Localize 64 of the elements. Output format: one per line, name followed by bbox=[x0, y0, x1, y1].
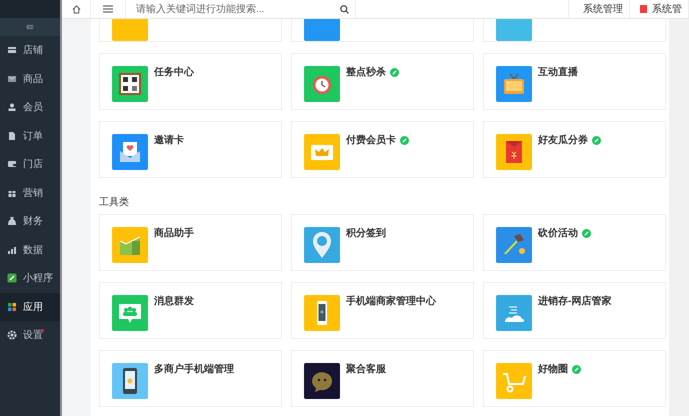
app-card[interactable]: 好友瓜分券 bbox=[483, 121, 666, 178]
link-badge-icon bbox=[400, 136, 409, 144]
app-card[interactable] bbox=[483, 19, 666, 42]
sidebar-item[interactable]: 数据 bbox=[0, 236, 60, 264]
collapse-icon bbox=[26, 23, 34, 31]
menu-icon bbox=[103, 5, 113, 13]
app-title: 整点秒杀 bbox=[346, 66, 386, 79]
sidebar-item[interactable]: 财务 bbox=[0, 207, 60, 236]
app-card[interactable]: 进销存-网店管家 bbox=[483, 282, 666, 339]
search-icon bbox=[340, 4, 349, 14]
app-title: 任务中心 bbox=[154, 65, 194, 79]
sidebar-item[interactable]: 设置 bbox=[0, 321, 60, 350]
link-badge-icon bbox=[390, 68, 399, 76]
money-bag-icon bbox=[7, 216, 17, 226]
home-icon bbox=[72, 4, 80, 14]
app-card[interactable]: 互动直播 bbox=[483, 53, 666, 110]
flag-icon bbox=[640, 5, 647, 13]
app-title: 手机端商家管理中心 bbox=[346, 294, 436, 308]
app-title: 好物圈 bbox=[538, 362, 568, 376]
sidebar-item[interactable]: 店铺 bbox=[0, 36, 60, 64]
app-title: 好友瓜分券 bbox=[538, 134, 588, 147]
section-title: 工具类 bbox=[99, 196, 130, 209]
link-badge-icon bbox=[572, 364, 581, 374]
sidebar-item[interactable]: 门店 bbox=[0, 150, 60, 178]
app-card[interactable]: 邀请卡 bbox=[99, 121, 282, 178]
app-card[interactable]: 消息群发 bbox=[99, 282, 282, 339]
app-title: 付费会员卡 bbox=[346, 134, 396, 147]
app-card[interactable]: 手机端商家管理中心 bbox=[291, 282, 474, 339]
sidebar-item[interactable]: 营销 bbox=[0, 178, 60, 207]
person-icon bbox=[7, 102, 17, 112]
sidebar-item[interactable]: 会员 bbox=[0, 93, 60, 122]
app-card[interactable]: 砍价活动 bbox=[483, 214, 666, 271]
link-badge-icon bbox=[592, 136, 601, 144]
grid-icon bbox=[7, 302, 17, 312]
app-card[interactable]: 积分签到 bbox=[291, 214, 474, 271]
wallet-icon bbox=[7, 159, 17, 170]
app-card[interactable]: 任务中心 bbox=[99, 53, 282, 110]
settings-icon bbox=[7, 330, 17, 340]
app-title: 多商户手机端管理 bbox=[154, 362, 234, 376]
bar-chart-icon bbox=[7, 244, 17, 255]
document-icon bbox=[7, 130, 17, 141]
link-icon bbox=[7, 273, 17, 284]
app-title: 互动直播 bbox=[538, 66, 578, 79]
app-title: 进销存-网店管家 bbox=[538, 294, 612, 308]
sidebar-item[interactable]: 订单 bbox=[0, 122, 60, 150]
app-card[interactable]: 聚合客服 bbox=[291, 350, 474, 407]
header-button[interactable]: 系统管理 bbox=[569, 0, 630, 18]
sidebar-item[interactable]: 小程序 bbox=[0, 264, 60, 292]
app-card[interactable]: 商品助手 bbox=[99, 214, 282, 271]
link-badge-icon bbox=[582, 228, 591, 238]
app-title: 聚合客服 bbox=[346, 362, 386, 376]
app-title: 积分签到 bbox=[346, 226, 386, 240]
app-title: 消息群发 bbox=[154, 294, 194, 308]
app-title: 邀请卡 bbox=[154, 134, 184, 147]
app-card[interactable]: 好物圈 bbox=[483, 350, 666, 407]
app-card[interactable]: 多商户手机端管理 bbox=[99, 350, 282, 407]
header-button[interactable]: 系统管 bbox=[630, 0, 689, 18]
sidebar-item[interactable]: 应用 bbox=[0, 292, 60, 321]
app-card[interactable] bbox=[291, 19, 474, 42]
app-title: 砍价活动 bbox=[538, 226, 578, 240]
app-title: 商品助手 bbox=[154, 226, 194, 240]
app-card[interactable]: 付费会员卡 bbox=[291, 121, 474, 178]
sidebar-item[interactable]: 商品 bbox=[0, 64, 60, 93]
app-card[interactable]: 整点秒杀 bbox=[291, 53, 474, 110]
